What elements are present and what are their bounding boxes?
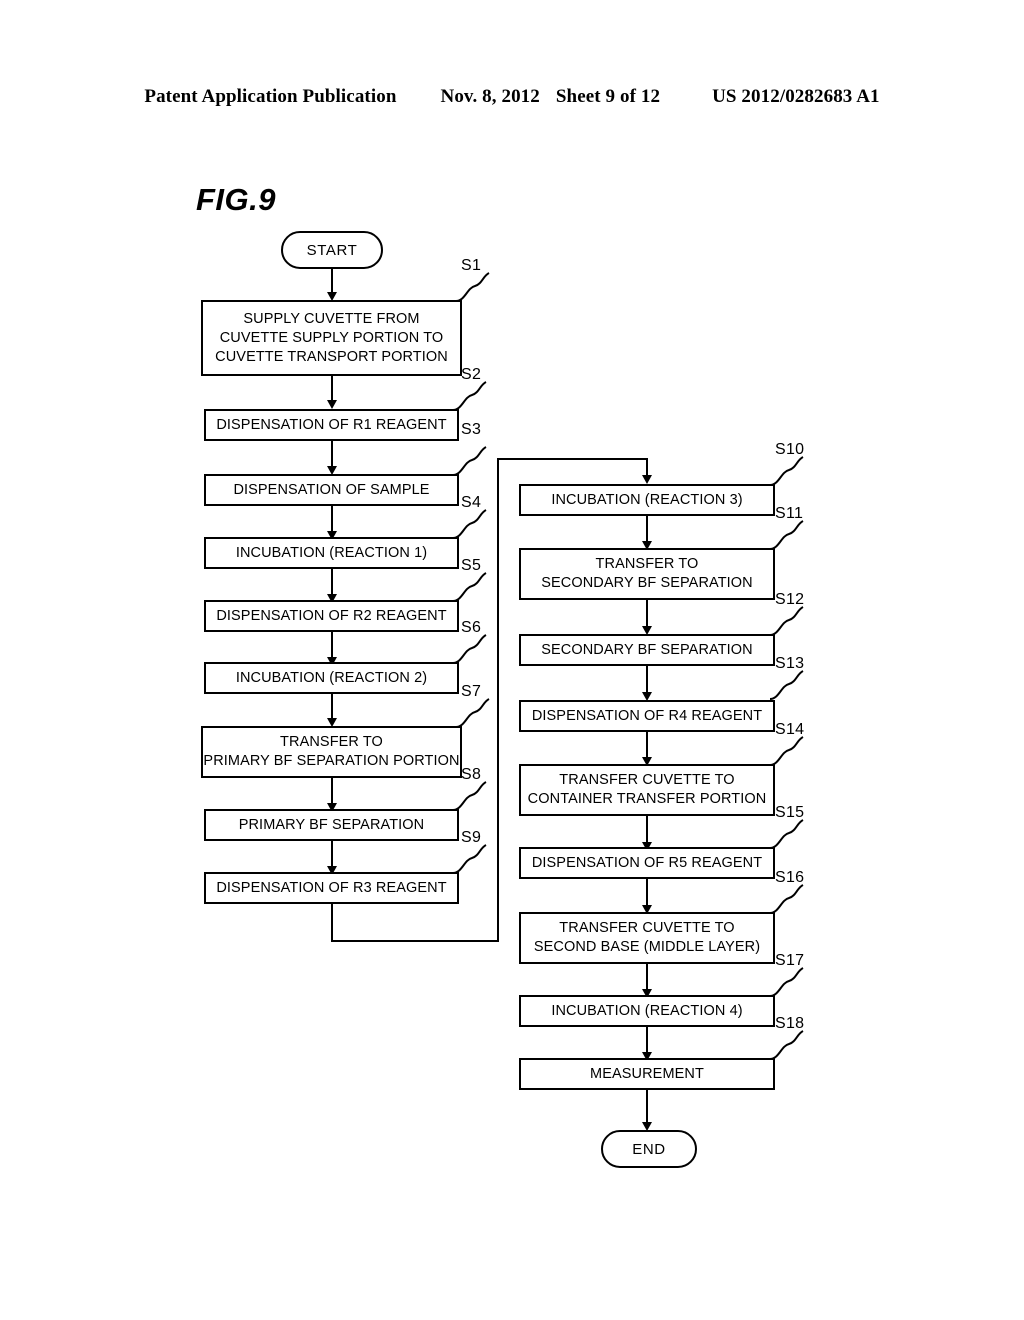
process-node-s1-line-3: CUVETTE TRANSPORT PORTION	[215, 348, 448, 365]
process-node-s2-line-1: DISPENSATION OF R1 REAGENT	[216, 416, 447, 433]
start-terminal: START	[281, 231, 383, 269]
process-node-s3-line-1: DISPENSATION OF SAMPLE	[233, 481, 430, 498]
end-terminal: END	[601, 1130, 697, 1168]
process-node-s9: DISPENSATION OF R3 REAGENT	[204, 872, 459, 904]
process-node-s16-line-2: SECOND BASE (MIDDLE LAYER)	[533, 939, 761, 955]
step-label-s3: S3	[461, 421, 482, 438]
callout-squiggle-s12	[769, 606, 804, 636]
end-terminal-label: END	[632, 1140, 666, 1158]
process-node-s14-line-1: TRANSFER CUVETTE TO	[559, 772, 735, 788]
connector-s9-wrap-right	[331, 940, 499, 942]
process-node-s4-line-1: INCUBATION (REACTION 1)	[235, 544, 428, 561]
process-node-s9-line-1: DISPENSATION OF R3 REAGENT	[216, 879, 447, 896]
header-sheet-text: Sheet 9 of 12	[555, 86, 661, 107]
process-node-s5-line-1: DISPENSATION OF R2 REAGENT	[216, 607, 447, 624]
step-label-s7: S7	[461, 683, 482, 700]
callout-squiggle-s17	[769, 967, 804, 997]
patent-figure-page: Patent Application Publication Nov. 8, 2…	[0, 0, 1024, 1320]
arrowhead-s1-to-s2	[327, 400, 337, 409]
publication-header: Patent Application Publication Nov. 8, 2…	[0, 86, 1024, 112]
callout-squiggle-s6	[452, 634, 487, 664]
process-node-s13-line-1: DISPENSATION OF R4 REAGENT	[531, 707, 763, 724]
process-node-s5: DISPENSATION OF R2 REAGENT	[204, 600, 459, 632]
step-label-s16: S16	[775, 869, 805, 886]
callout-squiggle-s2	[452, 381, 487, 411]
header-date-text: Nov. 8, 2012	[440, 86, 540, 107]
process-node-s6-line-1: INCUBATION (REACTION 2)	[235, 669, 428, 686]
process-node-s7: TRANSFER TO PRIMARY BF SEPARATION PORTIO…	[201, 726, 462, 778]
process-node-s18: MEASUREMENT	[519, 1058, 775, 1090]
callout-squiggle-s8	[452, 781, 487, 811]
step-label-s5: S5	[461, 557, 482, 574]
callout-squiggle-s7	[455, 698, 490, 728]
process-node-s10: INCUBATION (REACTION 3)	[519, 484, 775, 516]
process-node-s16-line-1: TRANSFER CUVETTE TO	[559, 920, 735, 936]
step-label-s18: S18	[775, 1015, 805, 1032]
process-node-s18-line-1: MEASUREMENT	[590, 1065, 704, 1082]
process-node-s10-line-1: INCUBATION (REACTION 3)	[551, 491, 743, 508]
connector-s9-wrap-top	[497, 458, 648, 460]
process-node-s12: SECONDARY BF SEPARATION	[519, 634, 775, 666]
process-node-s15-line-1: DISPENSATION OF R5 REAGENT	[531, 854, 763, 871]
callout-squiggle-s1	[455, 272, 490, 302]
process-node-s11-line-2: SECONDARY BF SEPARATION	[541, 575, 753, 591]
header-publication-text: Patent Application Publication	[144, 86, 397, 107]
process-node-s8: PRIMARY BF SEPARATION	[204, 809, 459, 841]
arrowhead-wrap-to-s10	[642, 475, 652, 484]
step-label-s9: S9	[461, 829, 482, 846]
process-node-s14: TRANSFER CUVETTE TO CONTAINER TRANSFER P…	[519, 764, 775, 816]
process-node-s4: INCUBATION (REACTION 1)	[204, 537, 459, 569]
process-node-s2: DISPENSATION OF R1 REAGENT	[204, 409, 459, 441]
process-node-s17: INCUBATION (REACTION 4)	[519, 995, 775, 1027]
step-label-s12: S12	[775, 591, 805, 608]
step-label-s13: S13	[775, 655, 805, 672]
callout-squiggle-s4	[452, 509, 487, 539]
step-label-s8: S8	[461, 766, 482, 783]
callout-squiggle-s14	[769, 736, 804, 766]
step-label-s17: S17	[775, 952, 805, 969]
process-node-s11-line-1: TRANSFER TO	[595, 556, 699, 572]
process-node-s14-line-2: CONTAINER TRANSFER PORTION	[527, 791, 767, 807]
header-patent-number-text: US 2012/0282683 A1	[712, 86, 880, 107]
process-node-s1-line-1: SUPPLY CUVETTE FROM	[243, 310, 420, 327]
callout-squiggle-s10	[769, 456, 804, 486]
process-node-s11: TRANSFER TO SECONDARY BF SEPARATION	[519, 548, 775, 600]
process-node-s13: DISPENSATION OF R4 REAGENT	[519, 700, 775, 732]
process-node-s1: SUPPLY CUVETTE FROM CUVETTE SUPPLY PORTI…	[201, 300, 462, 376]
process-node-s12-line-1: SECONDARY BF SEPARATION	[541, 641, 753, 658]
callout-squiggle-s15	[769, 819, 804, 849]
connector-s9-wrap-up	[497, 458, 499, 942]
step-label-s10: S10	[775, 441, 805, 458]
step-label-s1: S1	[461, 257, 482, 274]
process-node-s1-line-2: CUVETTE SUPPLY PORTION TO	[219, 329, 444, 346]
step-label-s15: S15	[775, 804, 805, 821]
callout-squiggle-s3	[452, 446, 487, 476]
process-node-s16: TRANSFER CUVETTE TO SECOND BASE (MIDDLE …	[519, 912, 775, 964]
step-label-s4: S4	[461, 494, 482, 511]
step-label-s2: S2	[461, 366, 482, 383]
callout-squiggle-s9	[452, 844, 487, 874]
step-label-s6: S6	[461, 619, 482, 636]
connector-s9-wrap-down	[331, 904, 333, 942]
process-node-s7-line-2: PRIMARY BF SEPARATION PORTION	[203, 753, 460, 769]
callout-squiggle-s13	[769, 670, 804, 700]
callout-squiggle-s18	[769, 1030, 804, 1060]
process-node-s6: INCUBATION (REACTION 2)	[204, 662, 459, 694]
process-node-s3: DISPENSATION OF SAMPLE	[204, 474, 459, 506]
process-node-s15: DISPENSATION OF R5 REAGENT	[519, 847, 775, 879]
callout-squiggle-s11	[769, 520, 804, 550]
process-node-s17-line-1: INCUBATION (REACTION 4)	[551, 1002, 743, 1019]
process-node-s7-line-1: TRANSFER TO	[280, 734, 383, 750]
start-terminal-label: START	[306, 241, 358, 259]
figure-label: FIG.9	[196, 182, 277, 217]
step-label-s11: S11	[775, 505, 804, 522]
callout-squiggle-s5	[452, 572, 487, 602]
step-label-s14: S14	[775, 721, 805, 738]
callout-squiggle-s16	[769, 884, 804, 914]
process-node-s8-line-1: PRIMARY BF SEPARATION	[238, 816, 425, 833]
